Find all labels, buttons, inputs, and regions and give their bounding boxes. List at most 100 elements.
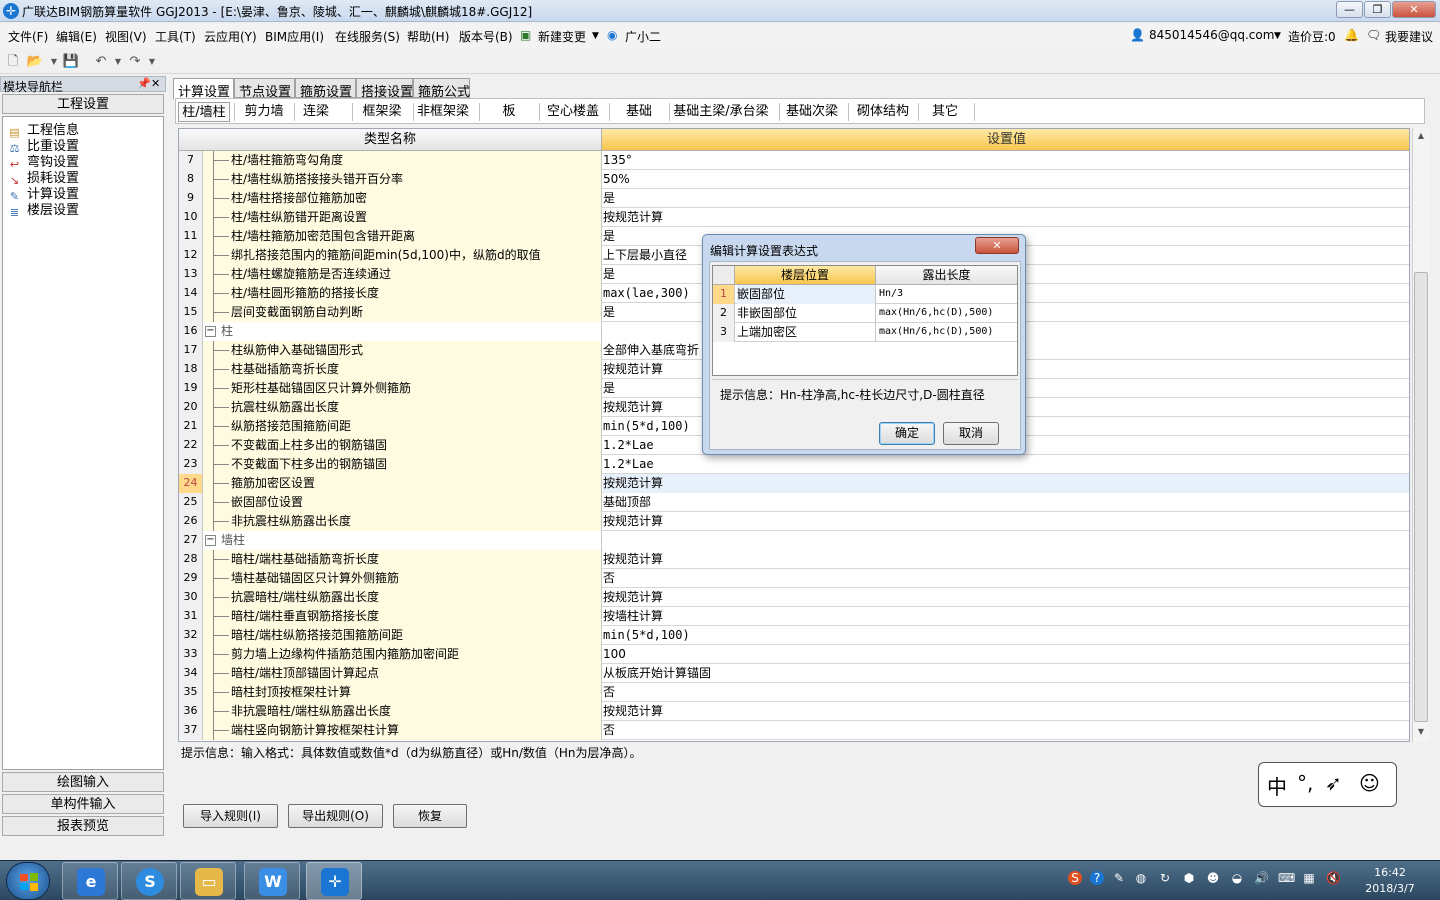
- pin-icon[interactable]: 📌: [137, 77, 151, 90]
- nav-item-loss[interactable]: ↘ 损耗设置: [7, 167, 79, 187]
- table-row[interactable]: 37 端柱竖向钢筋计算按框架柱计算 否: [179, 721, 1409, 740]
- menu-file[interactable]: 文件(F): [8, 28, 48, 45]
- refresh-tray-icon[interactable]: ↻: [1158, 871, 1172, 885]
- group-row[interactable]: 27− 墙柱: [179, 531, 1409, 550]
- import-rules-button[interactable]: 导入规则(I): [183, 804, 278, 828]
- taskbar-explorer[interactable]: ▭: [180, 862, 236, 900]
- tab-calc-settings[interactable]: 计算设置: [173, 78, 234, 100]
- row-value[interactable]: 50%: [603, 170, 1409, 189]
- subtab-shear-wall[interactable]: 剪力墙: [236, 102, 292, 122]
- row-value[interactable]: 是: [603, 189, 1409, 208]
- green-circle-tray-icon[interactable]: ◍: [1134, 871, 1148, 885]
- undo-icon[interactable]: ↶: [92, 53, 110, 71]
- nav-item-project-info[interactable]: ▤ 工程信息: [7, 119, 79, 139]
- row-value[interactable]: 否: [603, 721, 1409, 740]
- open-folder-icon[interactable]: 📂: [26, 53, 44, 71]
- redo-icon[interactable]: ↷: [126, 53, 144, 71]
- table-row[interactable]: 7 柱/墙柱箍筋弯勾角度 135°: [179, 151, 1409, 170]
- row-value[interactable]: 按规范计算: [603, 702, 1409, 721]
- user-account[interactable]: 845014546@qq.com: [1149, 28, 1274, 42]
- open-dropdown-icon[interactable]: ▼: [45, 53, 63, 71]
- sogou-tray-icon[interactable]: S: [1068, 871, 1082, 885]
- chevron-down-icon[interactable]: ▼: [592, 31, 599, 41]
- nav-group-single-input[interactable]: 单构件输入: [2, 794, 164, 814]
- subtab-slab[interactable]: 板: [481, 102, 537, 122]
- table-row[interactable]: 9 柱/墙柱搭接部位箍筋加密 是: [179, 189, 1409, 208]
- cancel-button[interactable]: 取消: [943, 422, 999, 445]
- restore-button[interactable]: 恢复: [393, 804, 467, 828]
- table-row[interactable]: 33 剪力墙上边缘构件插筋范围内箍筋加密间距 100: [179, 645, 1409, 664]
- pen-tray-icon[interactable]: ✎: [1112, 871, 1126, 885]
- tab-stirrup-formula[interactable]: 箍筋公式: [413, 78, 470, 100]
- subtab-other[interactable]: 其它: [920, 102, 970, 122]
- collapse-icon[interactable]: −: [205, 326, 216, 337]
- mute-tray-icon[interactable]: 🔇: [1326, 871, 1341, 885]
- row-value[interactable]: 按规范计算: [603, 208, 1409, 227]
- ime-lang-toggle[interactable]: 中: [1267, 771, 1287, 800]
- table-row[interactable]: 31 暗柱/端柱垂直钢筋搭接长度 按墙柱计算: [179, 607, 1409, 626]
- nav-item-weight[interactable]: ⚖ 比重设置: [7, 135, 79, 155]
- keyboard-tray-icon[interactable]: ⌨: [1278, 871, 1295, 885]
- minimize-button[interactable]: —: [1336, 1, 1363, 18]
- scroll-thumb[interactable]: [1414, 272, 1428, 722]
- table-row[interactable]: 35 暗柱封顶按框架柱计算 否: [179, 683, 1409, 702]
- row-value[interactable]: 否: [603, 683, 1409, 702]
- table-row[interactable]: 28 暗柱/端柱基础插筋弯折长度 按规范计算: [179, 550, 1409, 569]
- taskbar-wps[interactable]: W: [244, 862, 300, 900]
- box-tray-icon[interactable]: ⬢: [1182, 871, 1196, 885]
- undo-dropdown-icon[interactable]: ▼: [109, 53, 127, 71]
- subtab-foundation-main-beam[interactable]: 基础主梁/承台梁: [671, 102, 771, 122]
- dialog-row[interactable]: 2 非嵌固部位 max(Hn/6,hc(D),500): [713, 304, 1017, 323]
- taskbar-sogou[interactable]: S: [121, 862, 177, 900]
- redo-dropdown-icon[interactable]: ▼: [143, 53, 161, 71]
- table-row[interactable]: 25 嵌固部位设置 基础顶部: [179, 493, 1409, 512]
- help-tray-icon[interactable]: ?: [1090, 871, 1104, 885]
- menu-cloud[interactable]: 云应用(Y): [204, 28, 257, 45]
- subtab-masonry[interactable]: 砌体结构: [850, 102, 916, 122]
- row-value[interactable]: 按规范计算: [603, 474, 1409, 493]
- subtab-coupling-beam[interactable]: 连梁: [296, 102, 336, 122]
- dialog-close-button[interactable]: ✕: [975, 237, 1019, 254]
- ime-skin-icon[interactable]: ☺: [1359, 771, 1380, 795]
- table-row[interactable]: 36 非抗震暗柱/端柱纵筋露出长度 按规范计算: [179, 702, 1409, 721]
- menu-new-change[interactable]: 新建变更: [538, 28, 586, 45]
- nav-group-report[interactable]: 报表预览: [2, 816, 164, 836]
- row-value[interactable]: 否: [603, 569, 1409, 588]
- qq-tray-icon[interactable]: ☻: [1206, 871, 1220, 885]
- scroll-down-icon[interactable]: ▼: [1413, 724, 1429, 740]
- feedback-link[interactable]: 我要建议: [1385, 28, 1433, 45]
- menu-tools[interactable]: 工具(T): [155, 28, 196, 45]
- table-row[interactable]: 10 柱/墙柱纵筋错开距离设置 按规范计算: [179, 208, 1409, 227]
- clock[interactable]: 16:42 2018/3/7: [1360, 865, 1420, 897]
- menu-bim[interactable]: BIM应用(I): [265, 28, 324, 45]
- taskbar-glodon[interactable]: ✛: [306, 862, 362, 900]
- collapse-icon[interactable]: −: [205, 535, 216, 546]
- subtab-frame-beam[interactable]: 框架梁: [354, 102, 410, 122]
- table-row[interactable]: 23 不变截面下柱多出的钢筋锚固 1.2*Lae: [179, 455, 1409, 474]
- table-row[interactable]: 32 暗柱/端柱纵筋搭接范围箍筋间距 min(5*d,100): [179, 626, 1409, 645]
- nav-group-project-settings[interactable]: 工程设置: [2, 94, 164, 114]
- bell-icon[interactable]: 🔔: [1344, 28, 1359, 42]
- table-row[interactable]: 8 柱/墙柱纵筋搭接接头错开百分率 50%: [179, 170, 1409, 189]
- grid-scrollbar[interactable]: ▲ ▼: [1412, 128, 1429, 742]
- account-dropdown-icon[interactable]: ▼: [1274, 31, 1281, 41]
- row-value[interactable]: 按规范计算: [603, 588, 1409, 607]
- close-icon[interactable]: ✕: [151, 77, 160, 90]
- dialog-row[interactable]: 3 上端加密区 max(Hn/6,hc(D),500): [713, 323, 1017, 342]
- row-value[interactable]: 100: [603, 645, 1409, 664]
- row-value[interactable]: 按规范计算: [603, 512, 1409, 531]
- nav-item-calc[interactable]: ✎ 计算设置: [7, 183, 79, 203]
- nav-item-hook[interactable]: ↩ 弯钩设置: [7, 151, 79, 171]
- scroll-up-icon[interactable]: ▲: [1413, 128, 1429, 144]
- table-row[interactable]: 26 非抗震柱纵筋露出长度 按规范计算: [179, 512, 1409, 531]
- subtab-hollow-floor[interactable]: 空心楼盖: [541, 102, 605, 122]
- save-icon[interactable]: 💾: [62, 53, 80, 71]
- tab-node-settings[interactable]: 节点设置: [234, 78, 295, 100]
- row-value[interactable]: 1.2*Lae: [603, 455, 1409, 474]
- menu-online[interactable]: 在线服务(S): [335, 28, 400, 45]
- menu-view[interactable]: 视图(V): [105, 28, 147, 45]
- nav-item-floor[interactable]: ≣ 楼层设置: [7, 199, 79, 219]
- subtab-foundation[interactable]: 基础: [611, 102, 667, 122]
- close-button[interactable]: ✕: [1392, 1, 1436, 18]
- menu-assistant[interactable]: 广小二: [625, 28, 661, 45]
